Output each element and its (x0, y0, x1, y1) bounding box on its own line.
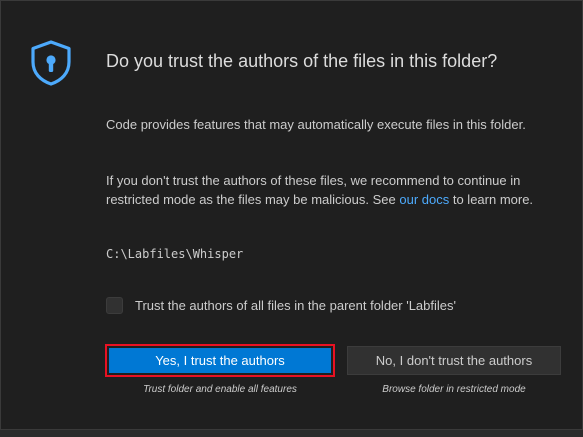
distrust-button[interactable]: No, I don't trust the authors (347, 346, 561, 375)
folder-path: C:\Labfiles\Whisper (106, 247, 244, 261)
workspace-trust-dialog: Do you trust the authors of the files in… (0, 0, 583, 430)
warning-text-end: to learn more. (449, 192, 534, 207)
parent-folder-checkbox[interactable] (106, 297, 123, 314)
description-paragraph: Code provides features that may automati… (106, 117, 526, 132)
warning-paragraph: If you don't trust the authors of these … (106, 171, 568, 209)
distrust-button-caption: Browse folder in restricted mode (382, 384, 526, 395)
shield-icon (31, 40, 71, 86)
trust-button[interactable]: Yes, I trust the authors (109, 348, 331, 373)
background-strip (0, 430, 583, 437)
parent-folder-trust-option[interactable]: Trust the authors of all files in the pa… (106, 297, 456, 314)
trust-button-caption: Trust folder and enable all features (143, 384, 297, 395)
docs-link[interactable]: our docs (399, 192, 449, 207)
parent-folder-checkbox-label: Trust the authors of all files in the pa… (135, 298, 456, 313)
dialog-title: Do you trust the authors of the files in… (106, 51, 498, 71)
trust-button-highlight: Yes, I trust the authors (105, 344, 335, 377)
